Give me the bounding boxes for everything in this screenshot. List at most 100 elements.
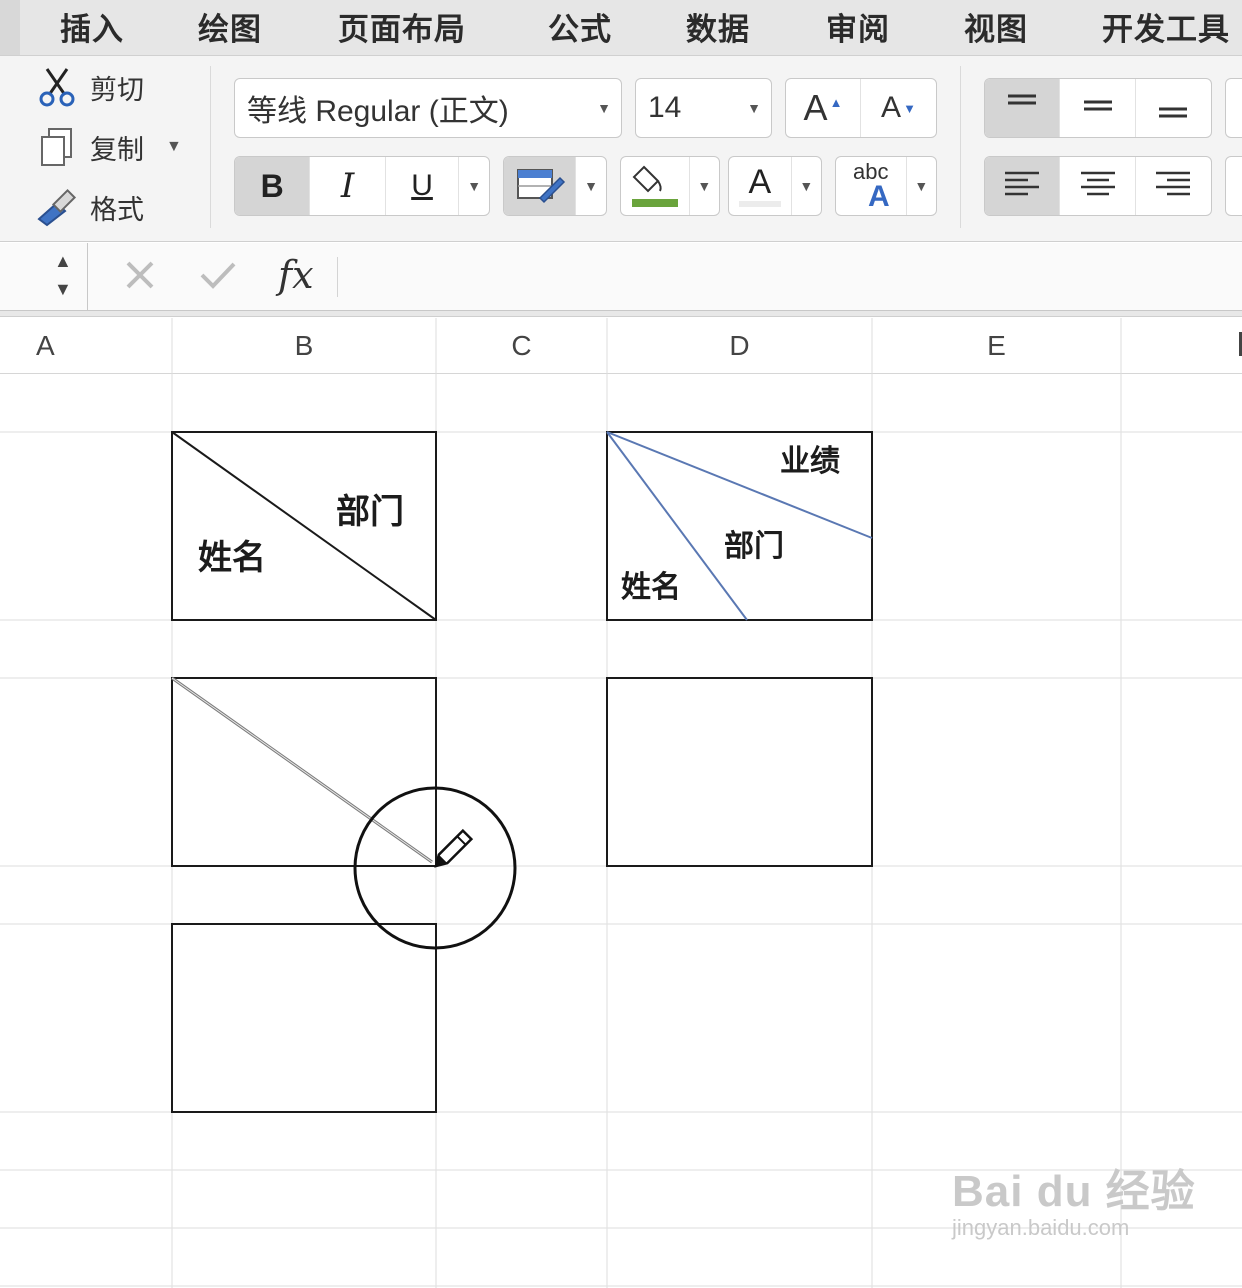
underline-icon: U	[411, 169, 433, 202]
font-name-select[interactable]: 等线 Regular (正文) ▼	[234, 78, 622, 138]
underline-dropdown-icon[interactable]: ▼	[459, 157, 489, 215]
ribbon-divider	[960, 66, 961, 228]
copy-dropdown-icon[interactable]: ▼	[166, 138, 182, 156]
borders-group: ▼	[503, 156, 607, 216]
grow-font-button[interactable]: A ▲	[786, 79, 861, 137]
phonetic-dropdown-icon[interactable]: ▼	[907, 157, 936, 215]
d-header-bottom-text: 姓名	[621, 571, 681, 604]
borders-icon	[514, 164, 566, 209]
horizontal-align-group	[984, 156, 1212, 216]
column-header-a[interactable]: A	[0, 318, 172, 374]
grow-font-icon: A	[803, 87, 828, 128]
cancel-icon[interactable]	[120, 255, 160, 300]
align-bottom-icon	[1155, 88, 1191, 129]
align-top-button[interactable]	[985, 79, 1061, 137]
bold-icon: B	[260, 167, 284, 204]
stepper-down-icon[interactable]: ▼	[54, 279, 72, 300]
tab-page-layout[interactable]: 页面布局	[338, 4, 466, 49]
stepper-up-icon[interactable]: ▲	[54, 251, 72, 272]
phonetic-group: abc A ▼	[835, 156, 937, 216]
tab-draw[interactable]: 绘图	[198, 4, 262, 49]
formula-bar-bottom-border	[0, 311, 1242, 317]
name-box[interactable]: ▲ ▼	[0, 243, 88, 311]
wrap-text-button[interactable]	[1225, 78, 1242, 138]
fill-color-dropdown-icon[interactable]: ▼	[690, 157, 719, 215]
gridlines	[0, 374, 1242, 1288]
font-color-icon: A	[748, 163, 772, 201]
font-color-group: A ▼	[728, 156, 822, 216]
merge-cells-button[interactable]	[1225, 156, 1242, 216]
column-header-c[interactable]: C	[436, 318, 607, 374]
phonetic-guide-button[interactable]: abc A	[836, 157, 907, 215]
scissors-icon	[34, 64, 80, 110]
font-name-value: 等线 Regular (正文)	[247, 95, 509, 128]
formula-divider	[337, 257, 338, 297]
align-center-icon	[1078, 166, 1118, 207]
drawn-diagonal-line	[171, 676, 433, 864]
cut-label: 剪切	[90, 74, 144, 105]
font-color-button[interactable]: A	[729, 157, 792, 215]
watermark: Bai du 经验 jingyan.baidu.com	[952, 1155, 1196, 1241]
chevron-down-icon: ▼	[597, 100, 611, 116]
cell-d-empty-border	[606, 677, 873, 867]
tab-data[interactable]: 数据	[686, 4, 750, 49]
align-top-icon	[1004, 88, 1040, 129]
font-size-step-group: A ▲ A ▼	[785, 78, 937, 138]
align-right-button[interactable]	[1136, 157, 1211, 215]
align-center-button[interactable]	[1060, 157, 1136, 215]
font-size-value: 14	[648, 91, 682, 124]
column-header-d[interactable]: D	[607, 318, 872, 374]
font-color-swatch	[738, 201, 781, 207]
formula-bar: ▲ ▼ fx	[0, 243, 1242, 311]
tab-bar-edge	[0, 0, 20, 55]
shrink-font-icon: A	[881, 91, 902, 124]
borders-dropdown-icon[interactable]: ▼	[576, 157, 606, 215]
font-style-group: B I U ▼	[234, 156, 490, 216]
insert-function-button[interactable]: fx	[278, 253, 314, 297]
align-middle-button[interactable]	[1060, 79, 1136, 137]
tab-formulas[interactable]: 公式	[548, 4, 612, 49]
triangle-down-icon: ▼	[903, 100, 916, 116]
tab-review[interactable]: 审阅	[826, 4, 890, 49]
align-left-icon	[1002, 166, 1042, 207]
tab-developer[interactable]: 开发工具	[1102, 4, 1230, 49]
shrink-font-button[interactable]: A ▼	[861, 79, 936, 137]
italic-icon: I	[340, 166, 355, 206]
confirm-icon[interactable]	[196, 255, 240, 300]
column-header-b[interactable]: B	[172, 318, 436, 374]
ribbon-divider	[210, 66, 211, 228]
align-bottom-button[interactable]	[1136, 79, 1211, 137]
phonetic-bottom-text: A	[867, 180, 890, 213]
cell-b-empty-border	[171, 923, 437, 1113]
column-header-e[interactable]: E	[872, 318, 1121, 374]
fill-color-group: ▼	[620, 156, 720, 216]
format-painter-button[interactable]: 格式	[34, 182, 144, 232]
tab-insert[interactable]: 插入	[60, 4, 124, 49]
d-header-top-text: 业绩	[780, 445, 840, 478]
watermark-logo: Bai du 经验	[952, 1167, 1196, 1216]
copy-button[interactable]: 复制 ▼	[34, 122, 182, 172]
cut-button[interactable]: 剪切	[34, 62, 144, 112]
copy-icon	[34, 124, 80, 170]
align-middle-icon	[1080, 88, 1116, 129]
font-color-dropdown-icon[interactable]: ▼	[792, 157, 821, 215]
vertical-align-group	[984, 78, 1212, 138]
format-painter-icon	[34, 184, 80, 230]
copy-label: 复制	[90, 134, 144, 165]
drawn-diagonal-line-highlight	[171, 677, 433, 863]
italic-button[interactable]: I	[310, 157, 386, 215]
b-header-top-right-text: 部门	[336, 493, 404, 531]
cursor-highlight-circle	[353, 786, 517, 950]
formula-input[interactable]	[350, 253, 1230, 301]
d-header-middle-text: 部门	[724, 530, 784, 563]
bold-button[interactable]: B	[235, 157, 311, 215]
underline-button[interactable]: U	[386, 157, 460, 215]
paint-bucket-icon	[628, 159, 682, 214]
fill-color-button[interactable]	[621, 157, 690, 215]
tab-view[interactable]: 视图	[964, 4, 1028, 49]
borders-button[interactable]	[504, 157, 576, 215]
column-header-f[interactable]	[1121, 318, 1242, 374]
align-left-button[interactable]	[985, 157, 1061, 215]
font-size-select[interactable]: 14 ▼	[635, 78, 772, 138]
format-label: 格式	[90, 194, 144, 225]
